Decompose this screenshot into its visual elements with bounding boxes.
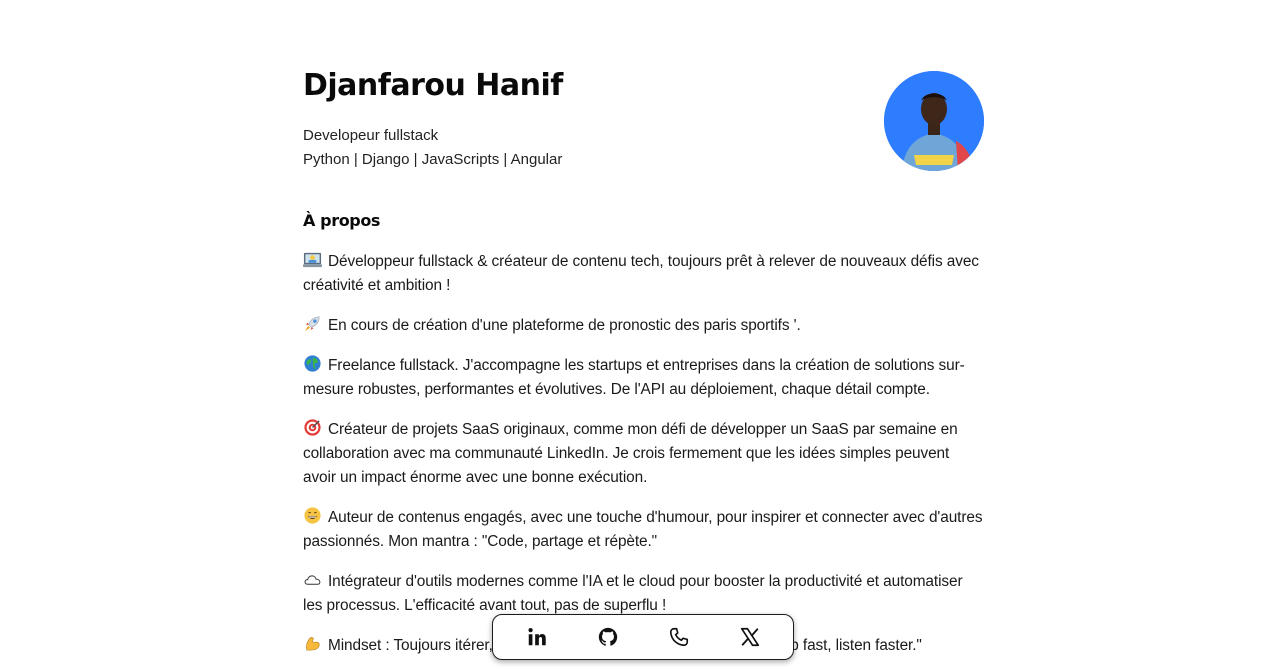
target-emoji bbox=[304, 419, 321, 436]
x-twitter-button[interactable] bbox=[735, 622, 765, 652]
about-paragraph: Freelance fullstack. J'accompagne les st… bbox=[303, 354, 984, 402]
profile-role: Developeur fullstack bbox=[303, 127, 439, 144]
about-paragraph: Créateur de projets SaaS originaux, comm… bbox=[303, 418, 984, 490]
avatar-portrait-image bbox=[884, 71, 984, 171]
linkedin-button[interactable] bbox=[522, 622, 552, 652]
portfolio-page: Djanfarou Hanif Developeur fullstack Pyt… bbox=[0, 0, 1282, 669]
linkedin-icon bbox=[527, 628, 546, 646]
rocket-emoji bbox=[304, 316, 320, 332]
cloud-emoji bbox=[304, 575, 321, 585]
grinning-emoji bbox=[304, 507, 321, 524]
about-paragraphs: Développeur fullstack & créateur de cont… bbox=[303, 250, 984, 669]
about-paragraph: Auteur de contenus engagés, avec une tou… bbox=[303, 506, 984, 554]
github-icon bbox=[598, 627, 617, 646]
social-dock bbox=[492, 614, 794, 660]
about-section-title: À propos bbox=[303, 211, 381, 230]
content-container: Djanfarou Hanif Developeur fullstack Pyt… bbox=[303, 0, 984, 654]
globe-emoji bbox=[304, 355, 321, 372]
avatar bbox=[884, 71, 984, 171]
about-paragraph: Intégrateur d'outils modernes comme l'IA… bbox=[303, 570, 984, 618]
about-paragraph: En cours de création d'une plateforme de… bbox=[303, 314, 984, 338]
github-button[interactable] bbox=[593, 622, 623, 652]
profile-name: Djanfarou Hanif bbox=[303, 68, 563, 103]
phone-icon bbox=[669, 627, 688, 647]
laptop-dev-emoji bbox=[303, 252, 322, 268]
x-icon bbox=[740, 627, 759, 647]
about-paragraph: Développeur fullstack & créateur de cont… bbox=[303, 250, 984, 298]
profile-stack: Python | Django | JavaScripts | Angular bbox=[303, 151, 563, 168]
profile-header: Djanfarou Hanif Developeur fullstack Pyt… bbox=[303, 0, 984, 190]
phone-button[interactable] bbox=[664, 622, 694, 652]
flexed-biceps-emoji bbox=[306, 637, 320, 651]
profile-subtitle: Developeur fullstack Python | Django | J… bbox=[303, 124, 562, 172]
